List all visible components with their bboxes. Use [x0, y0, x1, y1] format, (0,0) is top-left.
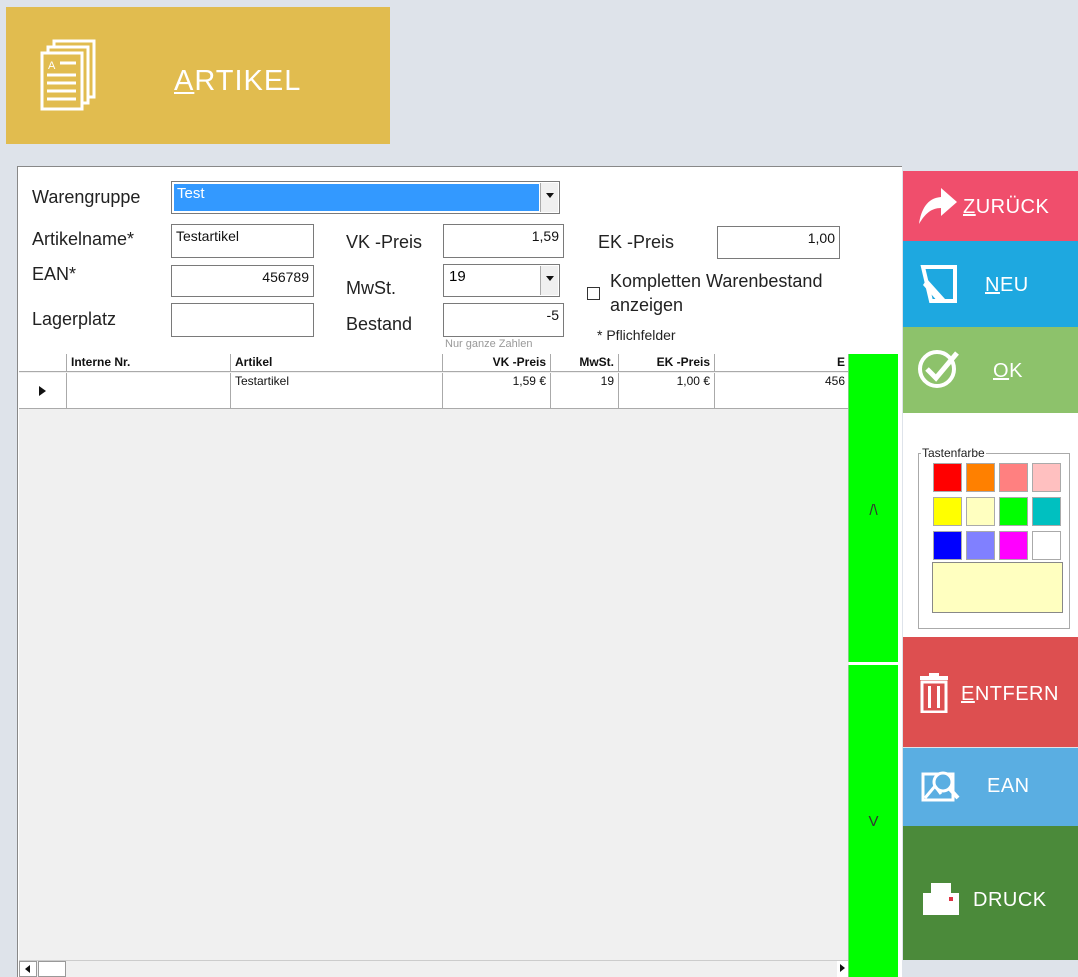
warenbestand-label-line1: Kompletten Warenbestand	[610, 271, 823, 291]
color-swatch[interactable]	[999, 531, 1028, 560]
color-swatch[interactable]	[1032, 531, 1061, 560]
ean-label: EAN*	[32, 264, 77, 284]
table-header: Interne Nr. Artikel VK -Preis MwSt. EK -…	[19, 354, 849, 372]
scroll-up-button[interactable]: /\	[848, 354, 898, 662]
bestand-field[interactable]: -5	[443, 303, 564, 337]
horizontal-scrollbar[interactable]	[19, 960, 849, 977]
entfernen-button[interactable]: ENTFERN	[903, 637, 1078, 747]
color-swatch[interactable]	[1032, 463, 1061, 492]
row-header-corner	[19, 354, 67, 371]
color-swatch[interactable]	[933, 497, 962, 526]
printer-icon	[923, 883, 959, 915]
pflichtfelder-note: * Pflichfelder	[597, 327, 676, 343]
module-header: A ARTIKEL	[6, 7, 390, 144]
column-header-mwst[interactable]: MwSt.	[551, 354, 619, 371]
row-selector-icon[interactable]	[19, 373, 67, 408]
warenbestand-checkbox[interactable]	[587, 287, 600, 300]
page-title: ARTIKEL	[174, 65, 302, 97]
ean-field[interactable]: 456789	[171, 265, 314, 297]
column-header-ek-preis[interactable]: EK -Preis	[619, 354, 715, 371]
cell-ean[interactable]: 456	[715, 373, 849, 408]
color-swatch[interactable]	[999, 463, 1028, 492]
column-header-artikel[interactable]: Artikel	[231, 354, 443, 371]
mwst-select[interactable]: 19	[443, 264, 560, 297]
bestand-label: Bestand	[346, 314, 413, 334]
ean-button-label: EAN	[987, 775, 1030, 797]
cell-ek-preis[interactable]: 1,00 €	[619, 373, 715, 408]
color-swatch[interactable]	[999, 497, 1028, 526]
warenbestand-label-line2: anzeigen	[610, 295, 684, 315]
ok-button[interactable]: OK	[903, 327, 1078, 413]
cell-vk-preis[interactable]: 1,59 €	[443, 373, 551, 408]
zurueck-button[interactable]: ZURÜCK	[903, 171, 1078, 241]
article-table: Interne Nr. Artikel VK -Preis MwSt. EK -…	[19, 354, 849, 960]
table-row[interactable]: Testartikel 1,59 € 19 1,00 € 456	[19, 373, 849, 409]
scrollbar-thumb[interactable]	[38, 961, 66, 977]
ek-preis-field[interactable]: 1,00	[717, 226, 840, 259]
vk-preis-label: VK -Preis	[346, 232, 423, 252]
vk-preis-field[interactable]: 1,59	[443, 224, 564, 258]
cell-artikel[interactable]: Testartikel	[231, 373, 443, 408]
mwst-label: MwSt.	[346, 278, 397, 298]
column-header-vk-preis[interactable]: VK -Preis	[443, 354, 551, 371]
column-header-ean[interactable]: E	[715, 354, 849, 371]
scroll-down-button[interactable]: V	[848, 665, 898, 977]
chevron-down-icon[interactable]	[540, 183, 558, 212]
ek-preis-label: EK -Preis	[598, 232, 675, 252]
artikelname-field[interactable]: Testartikel	[171, 224, 314, 258]
check-circle-icon	[918, 350, 959, 388]
documents-icon: A	[40, 39, 96, 111]
neu-button[interactable]: NEU	[903, 241, 1078, 327]
bestand-hint: Nur ganze Zahlen	[445, 338, 533, 350]
artikelname-label: Artikelname*	[32, 229, 135, 249]
lagerplatz-field[interactable]	[171, 303, 314, 337]
color-swatch[interactable]	[933, 463, 962, 492]
new-document-icon	[920, 265, 957, 303]
color-swatch[interactable]	[933, 531, 962, 560]
lagerplatz-label: Lagerplatz	[32, 309, 117, 329]
druck-button[interactable]: DRUCK	[903, 826, 1078, 960]
warengruppe-label: Warengruppe	[32, 187, 141, 207]
trash-icon	[920, 673, 948, 713]
ean-button[interactable]: EAN	[903, 748, 1078, 826]
scroll-left-icon[interactable]	[19, 961, 37, 977]
color-swatch[interactable]	[966, 531, 995, 560]
svg-text:A: A	[48, 60, 56, 72]
chevron-down-icon[interactable]	[540, 266, 558, 295]
tastenfarbe-legend: Tastenfarbe	[922, 446, 985, 460]
arrow-forward-icon	[919, 188, 957, 224]
cell-mwst[interactable]: 19	[551, 373, 619, 408]
druck-button-label: DRUCK	[973, 889, 1047, 911]
warengruppe-select[interactable]: Test	[171, 181, 560, 214]
color-swatch[interactable]	[966, 463, 995, 492]
cell-interne-nr[interactable]	[67, 373, 231, 408]
barcode-search-icon	[921, 771, 960, 802]
column-header-interne-nr[interactable]: Interne Nr.	[67, 354, 231, 371]
color-swatch[interactable]	[1032, 497, 1061, 526]
color-preview	[932, 562, 1063, 613]
color-swatch[interactable]	[966, 497, 995, 526]
